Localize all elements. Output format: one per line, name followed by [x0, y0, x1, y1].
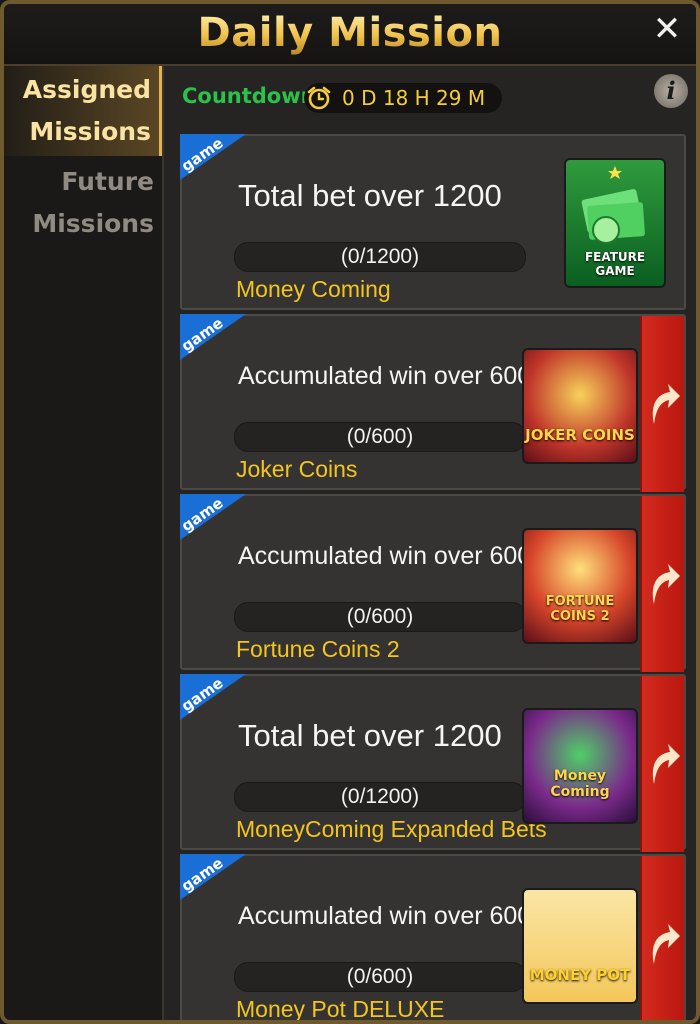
mission-card: game Total bet over 1200 (0/1200) MoneyC… [180, 674, 686, 852]
go-button[interactable] [640, 316, 684, 492]
dialog-header: Daily Mission ✕ [4, 4, 696, 66]
mission-task: Total bet over 1200 [238, 178, 502, 213]
mission-game-name: Money Coming [236, 276, 391, 302]
tab-assigned-missions[interactable]: Assigned Missions [4, 66, 162, 156]
countdown-value: 0 D 18 H 29 M [342, 86, 486, 110]
tab-label-line1: Future [61, 167, 154, 196]
game-badge: game [180, 494, 246, 540]
alarm-clock-icon [307, 86, 331, 110]
thumbnail-caption: FEATURE GAME [584, 250, 646, 278]
countdown-box: 0 D 18 H 29 M [304, 83, 502, 113]
info-button[interactable]: i [654, 74, 688, 108]
game-thumbnail-fortune-coins-2[interactable]: FORTUNE COINS 2 [522, 528, 638, 644]
countdown-row: Countdown 0 D 18 H 29 M i [164, 66, 696, 130]
mission-card: game Total bet over 1200 (0/1200) Money … [180, 134, 686, 310]
mission-card: game Accumulated win over 600 (0/600) Mo… [180, 854, 686, 1022]
mission-progress: (0/600) [234, 962, 526, 992]
tab-label-line2: Missions [32, 209, 154, 238]
thumbnail-caption: Money Coming [550, 768, 610, 800]
go-button[interactable] [640, 856, 684, 1020]
game-badge: game [180, 854, 246, 900]
mission-game-name: Joker Coins [236, 456, 358, 482]
mission-card: game Accumulated win over 600 (0/600) Jo… [180, 314, 686, 492]
daily-mission-dialog: Daily Mission ✕ Assigned Missions Future… [0, 0, 700, 1024]
thumbnail-caption: JOKER COINS [525, 426, 635, 444]
dialog-title: Daily Mission [197, 10, 503, 56]
countdown-label: Countdown [182, 84, 316, 108]
thumbnail-caption: FORTUNE COINS 2 [545, 594, 615, 624]
close-icon: ✕ [652, 9, 682, 49]
mission-list-panel: Countdown 0 D 18 H 29 M i game Total bet… [164, 66, 696, 1020]
thumbnail-caption: MONEY POT [529, 966, 631, 984]
mission-game-name: Fortune Coins 2 [236, 636, 400, 662]
mission-progress: (0/1200) [234, 782, 526, 812]
close-button[interactable]: ✕ [650, 12, 684, 46]
mission-task: Accumulated win over 600 [238, 362, 532, 390]
mission-progress: (0/600) [234, 422, 526, 452]
mission-card: game Accumulated win over 600 (0/600) Fo… [180, 494, 686, 672]
tab-future-missions[interactable]: Future Missions [4, 158, 162, 248]
mission-task: Total bet over 1200 [238, 718, 502, 753]
game-thumbnail-moneycoming-expanded-bets[interactable]: Money Coming [522, 708, 638, 824]
curved-arrow-icon [652, 384, 680, 424]
mission-task: Accumulated win over 600 [238, 902, 532, 930]
game-thumbnail-money-pot-deluxe[interactable]: MONEY POT [522, 888, 638, 1004]
mission-progress: (0/1200) [234, 242, 526, 272]
game-thumbnail-joker-coins[interactable]: JOKER COINS [522, 348, 638, 464]
tab-label-line2: Missions [29, 117, 151, 146]
tab-label-line1: Assigned [22, 75, 151, 104]
info-icon: i [666, 76, 676, 105]
game-thumbnail-money-coming[interactable]: FEATURE GAME [564, 158, 666, 288]
sidebar: Assigned Missions Future Missions [4, 66, 164, 1020]
mission-progress: (0/600) [234, 602, 526, 632]
go-button[interactable] [640, 676, 684, 852]
curved-arrow-icon [652, 924, 680, 964]
go-button[interactable] [640, 496, 684, 672]
mission-task: Accumulated win over 600 [238, 542, 532, 570]
mission-game-name: Money Pot DELUXE [236, 996, 445, 1022]
curved-arrow-icon [652, 744, 680, 784]
game-badge: game [180, 314, 246, 360]
curved-arrow-icon [652, 564, 680, 604]
mission-game-name: MoneyComing Expanded Bets [236, 816, 547, 842]
